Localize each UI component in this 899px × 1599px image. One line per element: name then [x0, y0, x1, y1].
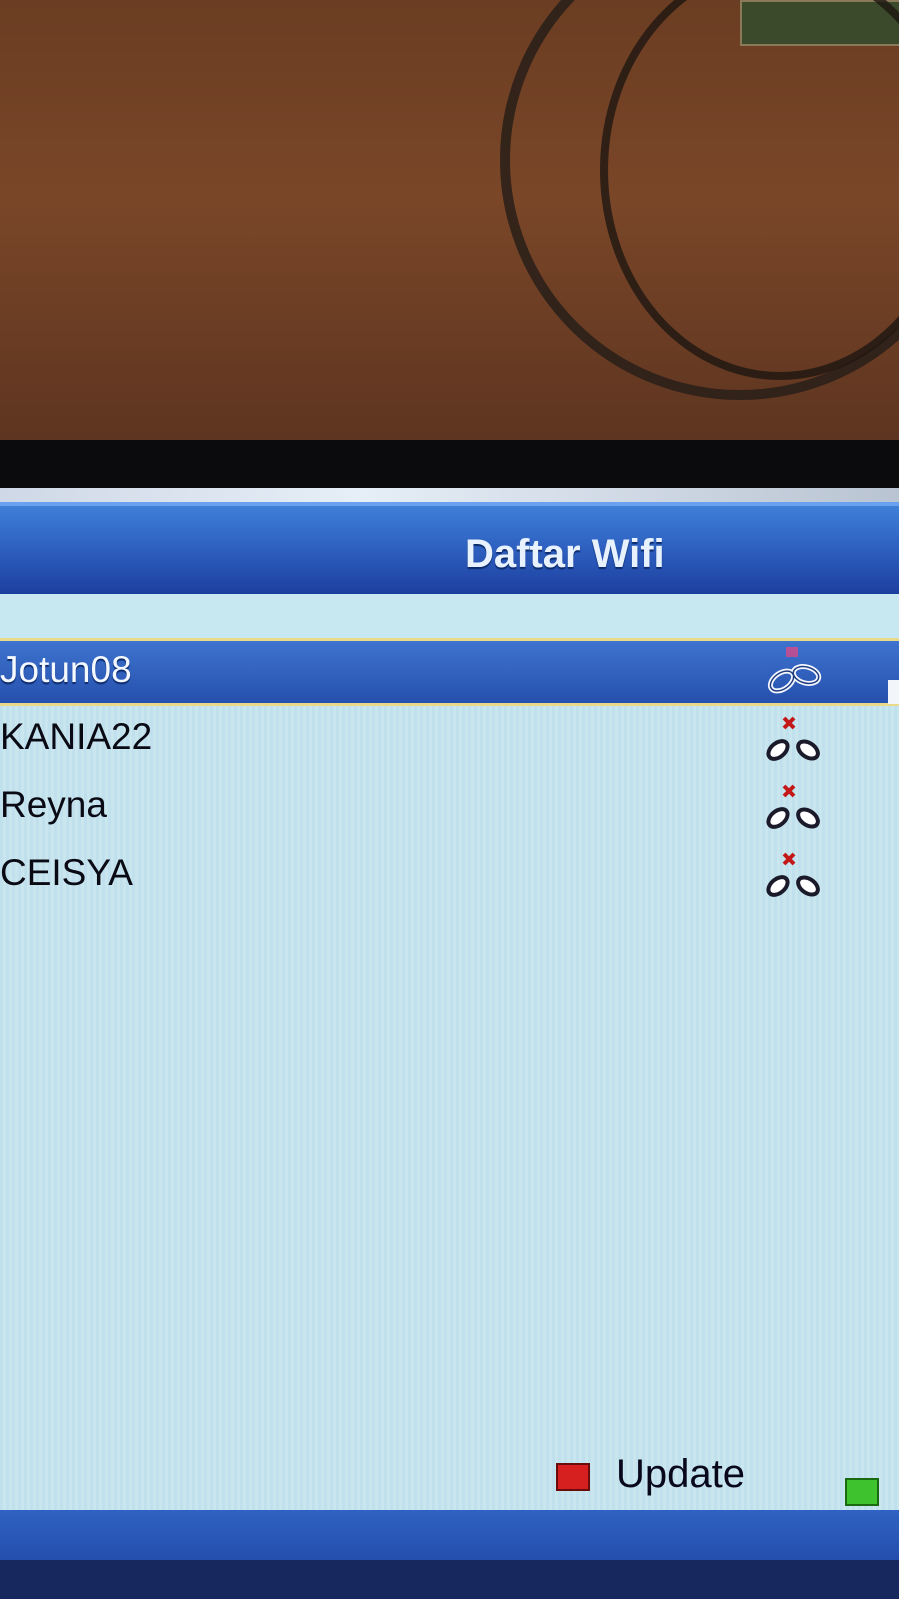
wifi-list-panel: Daftar Wifi Jotun08 KANIA22 Reyna CEISYA: [0, 502, 899, 1599]
wifi-network-row-ceisya[interactable]: CEISYA: [0, 842, 899, 910]
wifi-network-row-kania22[interactable]: KANIA22: [0, 706, 899, 774]
wifi-network-name: KANIA22: [0, 716, 153, 757]
wifi-network-name: Reyna: [0, 784, 107, 825]
wifi-network-name: CEISYA: [0, 852, 133, 893]
scrollbar-thumb[interactable]: [888, 680, 899, 704]
list-header-strip: [0, 594, 899, 641]
disconnected-link-icon: [766, 852, 820, 897]
update-label[interactable]: Update: [616, 1452, 745, 1497]
tv-screen-top-edge: [0, 488, 899, 502]
tv-bottom-edge: [0, 1560, 899, 1599]
connected-link-icon: [767, 647, 822, 694]
wifi-network-list: Jotun08 KANIA22 Reyna CEISYA: [0, 641, 899, 910]
red-key-icon[interactable]: [556, 1463, 590, 1491]
green-key-icon[interactable]: [845, 1478, 879, 1506]
wifi-network-name: Jotun08: [0, 649, 132, 690]
wifi-network-row-jotun08[interactable]: Jotun08: [0, 641, 899, 706]
disconnected-link-icon: [766, 716, 820, 761]
page-title: Daftar Wifi: [465, 532, 665, 576]
title-bar: Daftar Wifi: [0, 502, 899, 594]
disconnected-link-icon: [766, 784, 820, 829]
room-background: [0, 0, 899, 440]
wifi-network-row-reyna[interactable]: Reyna: [0, 774, 899, 842]
tv-bezel: [0, 440, 899, 488]
